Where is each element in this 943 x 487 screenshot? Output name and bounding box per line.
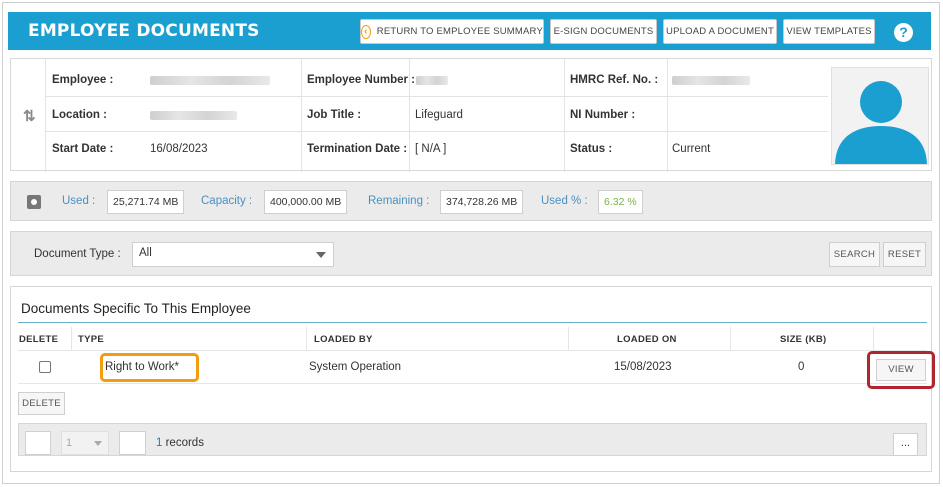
- job-title-label: Job Title :: [307, 109, 362, 121]
- divider: [667, 59, 668, 172]
- document-type-label: Document Type :: [34, 248, 121, 260]
- view-document-button[interactable]: VIEW: [876, 359, 926, 381]
- capacity-value: 400,000.00 MB: [264, 190, 348, 214]
- documents-section: Documents Specific To This Employee DELE…: [10, 286, 935, 472]
- delete-checkbox[interactable]: [39, 361, 51, 373]
- disk-icon: [27, 195, 41, 209]
- employee-label: Employee :: [52, 74, 114, 86]
- remaining-label: Remaining :: [368, 195, 430, 207]
- employee-name-redacted: [150, 76, 270, 85]
- capacity-label: Capacity :: [201, 195, 253, 207]
- employee-number-redacted: [416, 76, 448, 85]
- pagination-bar: 1 1 records ...: [18, 423, 927, 456]
- loaded-by-cell: System Operation: [309, 361, 402, 373]
- job-title-value: Lifeguard: [415, 109, 463, 121]
- start-date-value: 16/08/2023: [150, 143, 208, 155]
- section-divider: [18, 322, 927, 323]
- used-value: 25,271.74 MB: [107, 190, 185, 214]
- remaining-value: 374,728.26 MB: [440, 190, 524, 214]
- more-options-button[interactable]: ...: [893, 433, 918, 456]
- return-to-summary-label: RETURN TO EMPLOYEE SUMMARY: [376, 26, 543, 37]
- documents-section-title: Documents Specific To This Employee: [21, 301, 251, 316]
- previous-page-button[interactable]: [25, 431, 51, 455]
- used-percent-label: Used % :: [541, 195, 588, 207]
- status-value: Current: [672, 143, 711, 155]
- table-row: Right to Work* System Operation 15/08/20…: [18, 351, 935, 389]
- column-header-delete: DELETE: [19, 334, 59, 345]
- document-filter-bar: Document Type : All SEARCH RESET: [10, 231, 932, 276]
- page-select[interactable]: 1: [61, 431, 109, 455]
- divider: [45, 59, 46, 172]
- document-type-cell[interactable]: Right to Work*: [105, 361, 179, 373]
- used-label: Used :: [62, 195, 96, 207]
- search-button[interactable]: SEARCH: [829, 242, 880, 267]
- view-templates-button[interactable]: VIEW TEMPLATES: [783, 19, 875, 44]
- column-divider: [306, 327, 307, 351]
- avatar: [831, 67, 929, 165]
- records-count: 1 records: [156, 437, 204, 449]
- employee-number-label: Employee Number :: [307, 74, 415, 86]
- esign-documents-button[interactable]: E-SIGN DOCUMENTS: [550, 19, 657, 44]
- chevron-down-icon: [316, 252, 326, 258]
- document-type-select[interactable]: All: [132, 242, 334, 267]
- divider: [564, 59, 565, 172]
- location-label: Location :: [52, 109, 107, 121]
- page-select-value: 1: [66, 437, 73, 449]
- used-percent-value: 6.32 %: [598, 190, 643, 214]
- next-page-button[interactable]: [119, 431, 146, 455]
- termination-date-label: Termination Date :: [307, 143, 408, 155]
- employee-info-panel: ⇅ Employee : Employee Number : HMRC Ref.…: [10, 58, 932, 172]
- divider: [45, 131, 828, 132]
- upload-document-button[interactable]: UPLOAD A DOCUMENT: [663, 19, 777, 44]
- hmrc-label: HMRC Ref. No. :: [570, 74, 659, 86]
- column-divider: [568, 327, 569, 351]
- column-header-type[interactable]: TYPE: [78, 334, 104, 345]
- size-cell: 0: [798, 361, 805, 373]
- reset-button[interactable]: RESET: [883, 242, 926, 267]
- location-redacted: [150, 111, 237, 120]
- return-to-summary-button[interactable]: ‹ RETURN TO EMPLOYEE SUMMARY: [360, 19, 544, 44]
- start-date-label: Start Date :: [52, 143, 114, 155]
- document-type-value: All: [139, 247, 152, 259]
- swap-vertical-icon[interactable]: ⇅: [23, 107, 36, 125]
- page-title: EMPLOYEE DOCUMENTS: [28, 21, 260, 41]
- ni-number-label: NI Number :: [570, 109, 636, 121]
- divider: [45, 96, 828, 97]
- records-count-suffix: records: [162, 437, 204, 449]
- user-silhouette-icon: [835, 81, 927, 164]
- column-divider: [71, 327, 72, 351]
- status-label: Status :: [570, 143, 613, 155]
- column-header-size[interactable]: SIZE (KB): [780, 334, 827, 345]
- page-header: EMPLOYEE DOCUMENTS ‹ RETURN TO EMPLOYEE …: [8, 12, 931, 50]
- chevron-left-circle-icon: ‹: [361, 24, 371, 39]
- column-divider: [730, 327, 731, 351]
- delete-button[interactable]: DELETE: [18, 392, 65, 415]
- documents-table-header: DELETE TYPE LOADED BY LOADED ON SIZE (KB…: [18, 327, 927, 351]
- termination-date-value: [ N/A ]: [415, 143, 447, 155]
- column-header-loaded-on[interactable]: LOADED ON: [617, 334, 677, 345]
- column-divider: [873, 327, 874, 351]
- column-header-loaded-by[interactable]: LOADED BY: [314, 334, 373, 345]
- hmrc-redacted: [672, 76, 750, 85]
- help-icon[interactable]: ?: [894, 23, 913, 42]
- loaded-on-cell: 15/08/2023: [614, 361, 672, 373]
- divider: [301, 59, 302, 172]
- storage-usage-bar: Used : 25,271.74 MB Capacity : 400,000.0…: [10, 181, 932, 221]
- chevron-down-icon: [94, 441, 102, 446]
